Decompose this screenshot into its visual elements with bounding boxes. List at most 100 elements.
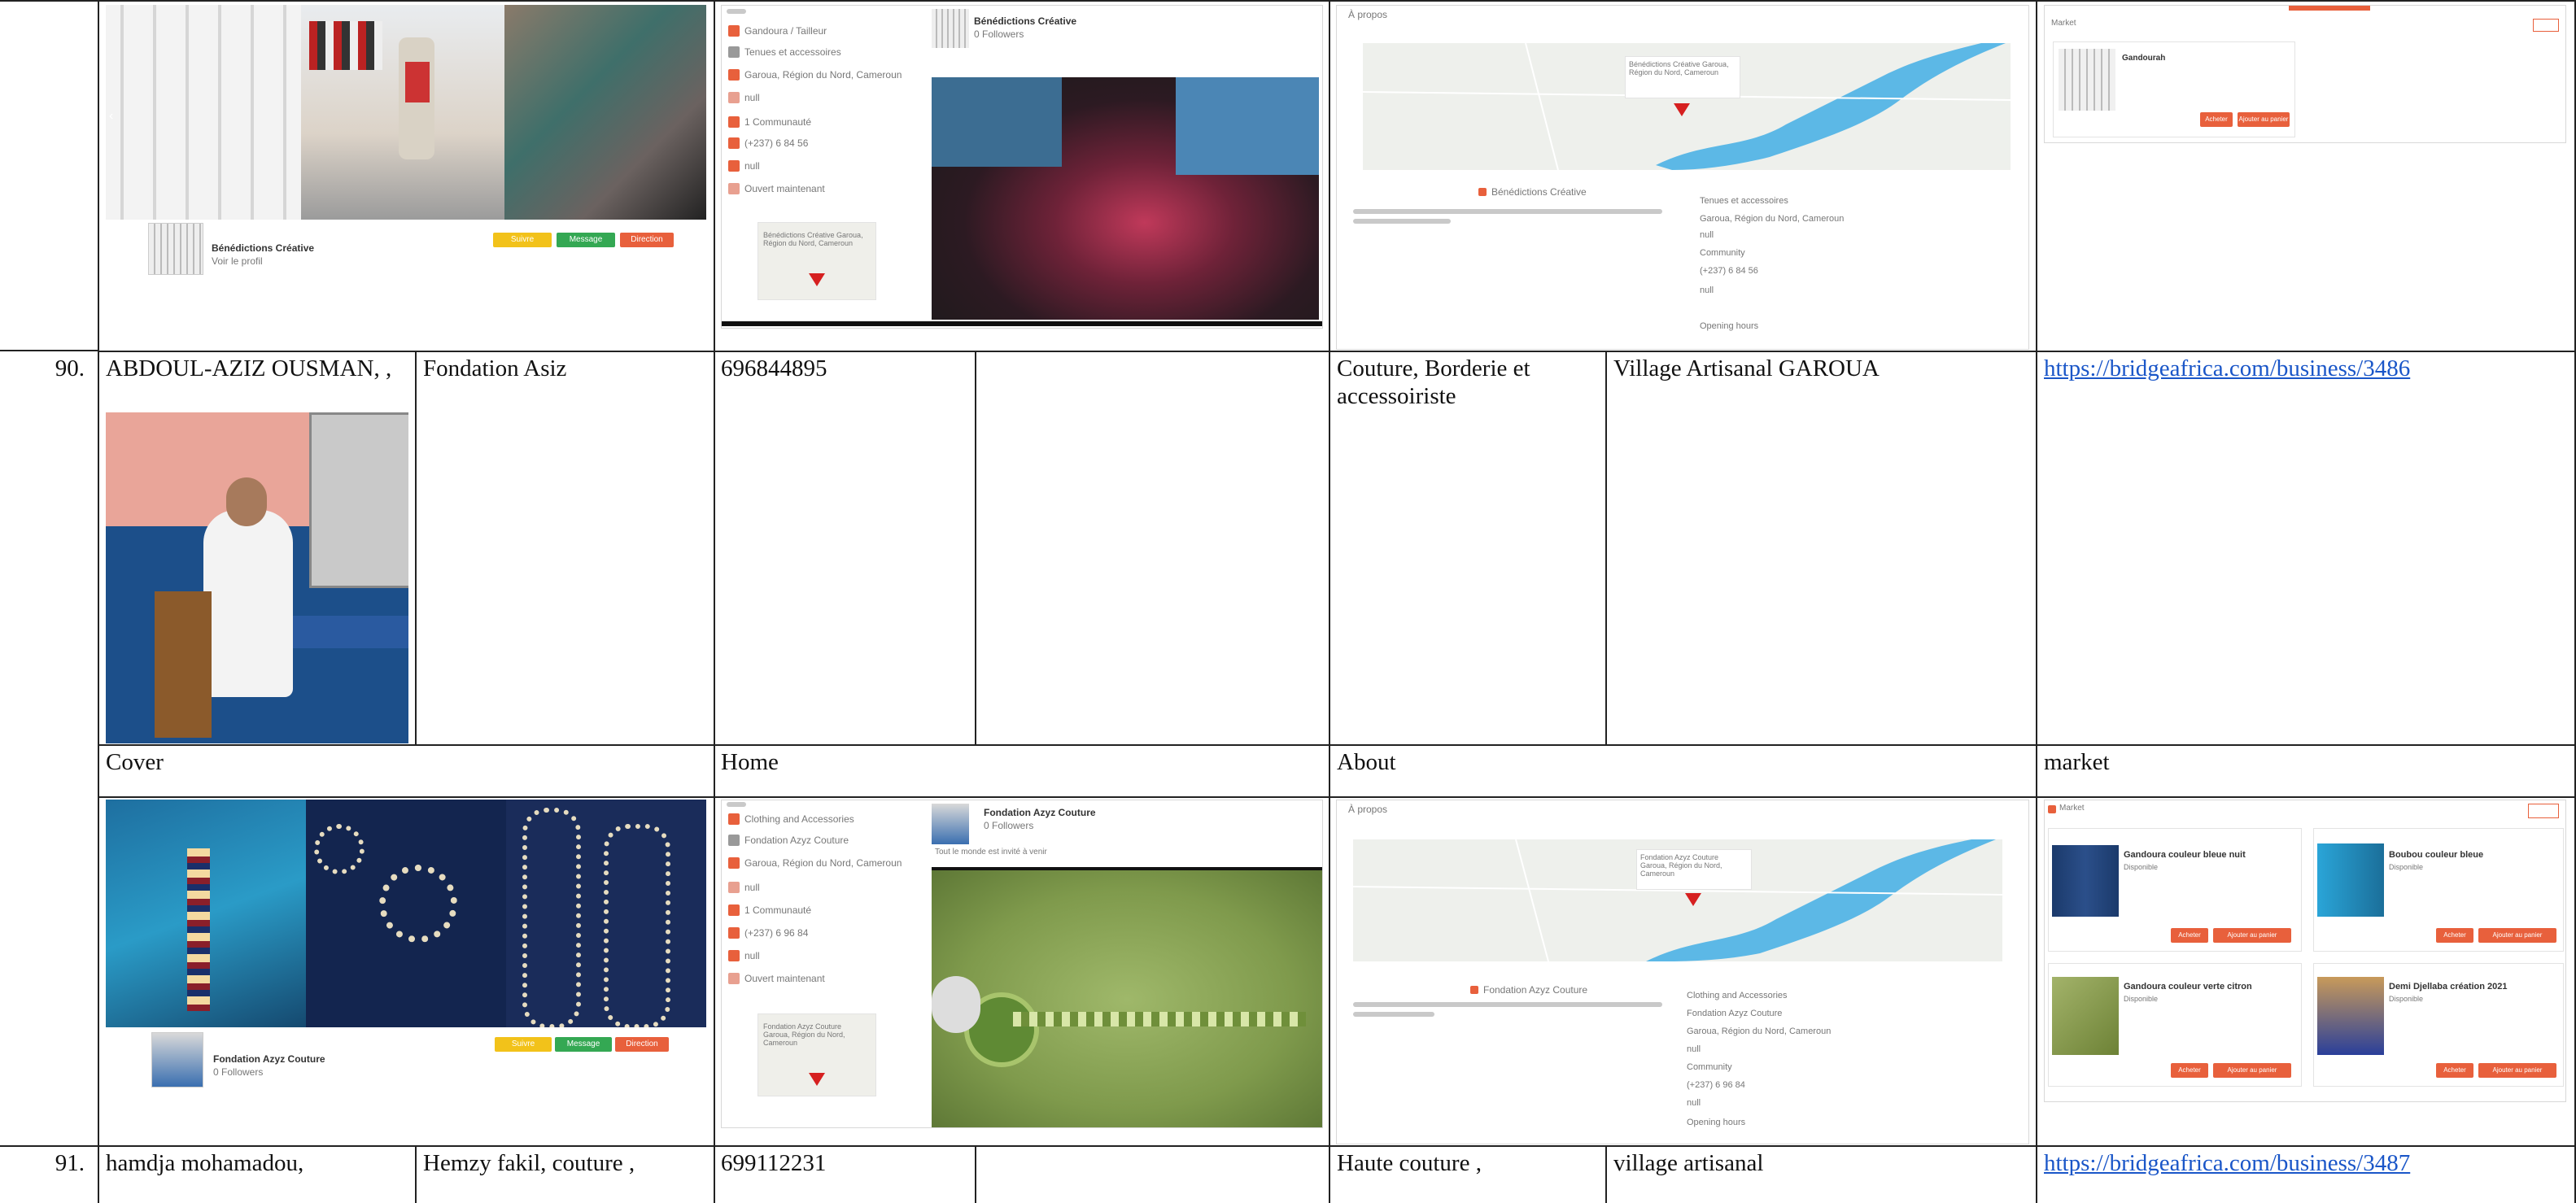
about-label: About [1337,749,1396,775]
product-card[interactable]: Gandoura couleur bleue nuit Disponible A… [2048,828,2302,952]
info-line: 1 Communauté [744,904,812,916]
table-border [0,0,2576,2]
avatar [148,223,203,275]
about-detail: (+237) 6 96 84 [1687,1080,1745,1090]
description-line [1353,219,1451,224]
about-header: À propos [1348,9,1388,20]
community-icon [728,904,740,916]
about-detail: null [1687,1098,1701,1108]
product-title: Gandourah [2122,54,2166,63]
follow-button[interactable]: Suivre [495,1037,552,1052]
info-line: Clothing and Accessories [744,813,854,825]
product-card[interactable]: Gandourah Acheter Ajouter au panier [2053,41,2295,137]
direction-button[interactable]: Direction [615,1037,669,1052]
home-screenshot: Gandoura / Tailleur Tenues et accessoire… [721,5,1323,329]
add-to-cart-button[interactable]: Ajouter au panier [2478,1063,2556,1078]
avatar [151,1032,203,1087]
buy-button[interactable]: Acheter [2436,928,2473,943]
buy-button[interactable]: Acheter [2171,928,2208,943]
table-border [98,796,2576,798]
about-detail: null [1700,285,1714,295]
map[interactable]: Bénédictions Créative Garoua, Région du … [1363,43,2011,170]
chevron-left-icon[interactable]: ‹ [109,109,113,124]
table-border [2036,0,2037,1203]
product-status: Disponible [2389,863,2424,871]
store-icon [2048,805,2056,813]
search-icon [728,46,740,58]
add-to-cart-button[interactable]: Ajouter au panier [2213,928,2291,943]
info-line: Tenues et accessoires [744,46,841,58]
add-to-cart-button[interactable]: Ajouter au panier [2238,112,2290,127]
fabric-work-photo [504,5,706,220]
info-line: Gandoura / Tailleur [744,25,827,37]
about-detail: (+237) 6 84 56 [1700,266,1758,276]
description-line [1353,1012,1434,1017]
message-button[interactable]: Message [557,233,615,247]
about-screenshot: À propos Bénédictions Créative Garoua, R… [1336,5,2029,350]
follow-button[interactable]: Suivre [493,233,552,247]
info-line: Fondation Azyz Couture [744,835,849,846]
about-business-name: Bénédictions Créative [1491,186,1587,198]
row-number: 90. [55,355,85,381]
about-detail: Opening hours [1687,1118,1746,1127]
info-line: null [744,882,760,893]
table-border [0,1145,2576,1147]
business-link[interactable]: https://bridgeafrica.com/business/3487 [2044,1149,2410,1177]
table-border [415,351,417,744]
avatar [932,804,969,844]
avatar [932,9,969,48]
product-status: Disponible [2124,995,2159,1003]
about-detail: Community [1700,248,1745,258]
briefcase-icon [728,813,740,825]
map-pin-icon [809,1073,825,1086]
add-to-cart-button[interactable]: Ajouter au panier [2478,928,2556,943]
table-border [975,1145,976,1203]
clock-icon [728,183,740,194]
buy-button[interactable]: Acheter [2171,1063,2208,1078]
map-label: Bénédictions Créative Garoua, Région du … [1629,60,1729,76]
direction-button[interactable]: Direction [620,233,674,247]
activity: Couture, Borderie et accessoiriste [1337,355,1530,409]
about-detail: null [1687,1044,1701,1054]
table-border [98,351,2576,352]
location: village artisanal [1613,1150,1764,1176]
community-icon [728,116,740,128]
info-line: null [744,950,760,961]
info-line: (+237) 6 96 84 [744,927,809,939]
row-number: 91. [55,1150,85,1176]
business-link[interactable]: https://bridgeafrica.com/business/3486 [2044,355,2410,382]
globe-icon [728,92,740,103]
profile-name: Bénédictions Créative [974,15,1077,27]
product-card[interactable]: Gandoura couleur verte citron Disponible… [2048,963,2302,1087]
add-product-button[interactable] [2533,19,2559,32]
post-photo [932,77,1319,320]
about-header: À propos [1348,804,1388,815]
product-card[interactable]: Demi Djellaba création 2021 Disponible A… [2313,963,2564,1087]
message-button[interactable]: Message [555,1037,612,1052]
followers-count: 0 Followers [984,820,1034,831]
business-name: Fondation Asiz [423,355,567,381]
map-card: Bénédictions Créative Garoua, Région du … [758,222,876,300]
add-product-button[interactable] [2528,804,2559,818]
product-title: Demi Djellaba création 2021 [2389,982,2508,992]
map-pin-icon [809,273,825,286]
product-card[interactable]: Boubou couleur bleue Disponible Acheter … [2313,828,2564,952]
cover-label: Cover [106,749,164,775]
about-detail: Opening hours [1700,321,1759,331]
product-photo [2317,977,2384,1055]
product-status: Disponible [2389,995,2424,1003]
description-line [1353,209,1662,214]
add-to-cart-button[interactable]: Ajouter au panier [2213,1063,2291,1078]
location-icon [728,857,740,869]
map[interactable]: Fondation Azyz Couture Garoua, Région du… [1353,839,2002,961]
buy-button[interactable]: Acheter [2436,1063,2473,1078]
buy-button[interactable]: Acheter [2200,112,2233,127]
map-pin-icon [1685,893,1701,906]
profile-sub: 0 Followers [213,1066,264,1078]
market-header: Market [2051,19,2076,28]
tailor-shop-photo [301,5,504,220]
owner-name: hamdja mohamadou, [106,1150,304,1176]
profile-name: Fondation Azyz Couture [984,807,1096,818]
table-border [1605,351,1607,744]
product-title: Gandoura couleur verte citron [2124,982,2252,992]
